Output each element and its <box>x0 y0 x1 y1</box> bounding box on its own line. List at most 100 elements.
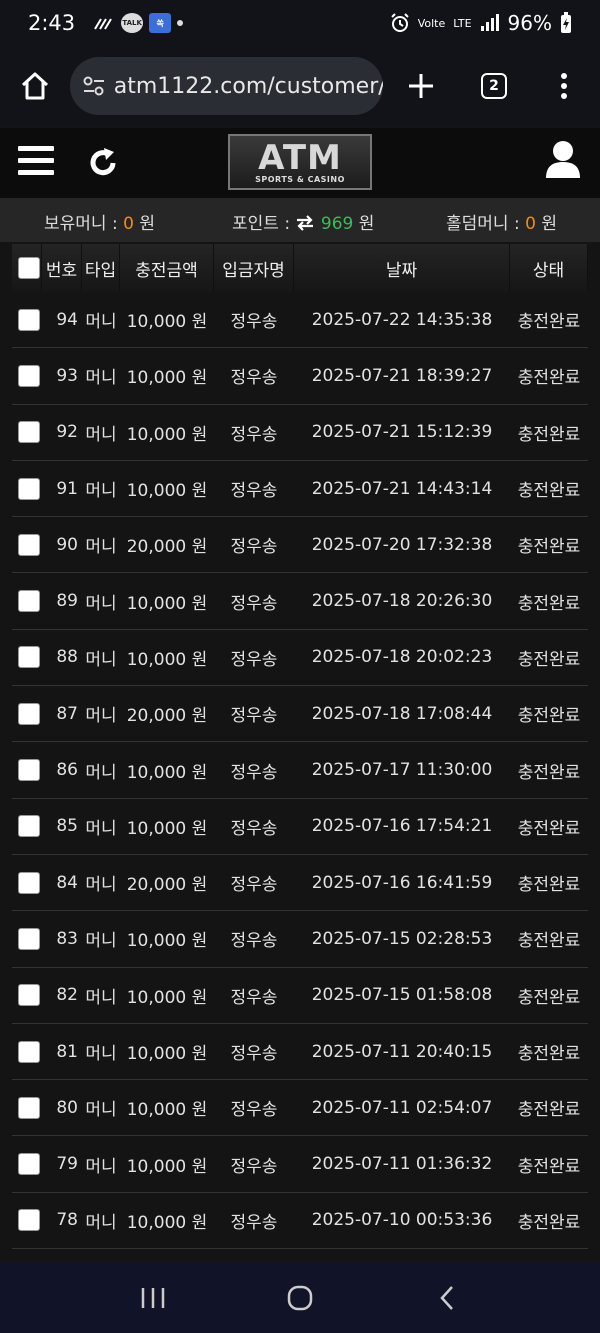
table-row[interactable]: 86 머니 10,000 원 정우송 2025-07-17 11:30:00 충전완료 <box>12 742 588 799</box>
row-status: 충전완료 <box>517 931 581 952</box>
select-all-checkbox[interactable] <box>17 257 40 279</box>
back-button[interactable] <box>417 1278 477 1318</box>
table-row[interactable]: 91 머니 10,000 원 정우송 2025-07-21 14:43:14 충전완료 <box>12 460 588 518</box>
table-row[interactable]: 93 머니 10,000 원 정우송 2025-07-21 18:39:27 충전완료 <box>12 348 588 405</box>
row-checkbox[interactable] <box>18 308 40 331</box>
row-no: 83 <box>56 928 78 949</box>
row-amount: 10,000 원 <box>126 649 208 670</box>
row-checkbox[interactable] <box>18 533 40 556</box>
holdem-unit: 원 <box>541 214 557 234</box>
row-no: 82 <box>56 985 78 1006</box>
row-type: 머니 <box>85 931 117 952</box>
row-checkbox[interactable] <box>18 477 40 500</box>
row-status: 충전완료 <box>517 875 581 896</box>
point-value: 969 <box>320 214 354 234</box>
row-checkbox[interactable] <box>18 702 40 725</box>
row-status: 충전완료 <box>517 593 581 614</box>
row-checkbox[interactable] <box>18 927 40 950</box>
table-row[interactable]: 82 머니 10,000 원 정우송 2025-07-15 01:58:08 충전완료 <box>12 967 588 1024</box>
kakaotalk-icon: TALK <box>121 13 144 33</box>
row-date: 2025-07-16 16:41:59 <box>311 872 493 893</box>
row-checkbox[interactable] <box>18 364 40 387</box>
row-date: 2025-07-18 20:26:30 <box>311 591 493 612</box>
row-checkbox[interactable] <box>18 984 40 1007</box>
row-status: 충전완료 <box>517 706 581 727</box>
recent-apps-button[interactable] <box>123 1278 183 1318</box>
battery-charging-icon <box>560 12 572 34</box>
row-checkbox[interactable] <box>18 871 40 894</box>
row-type: 머니 <box>85 818 117 839</box>
row-date: 2025-07-22 14:35:38 <box>311 309 493 330</box>
header-depositor: 입금자명 <box>214 244 294 292</box>
header-no: 번호 <box>42 244 82 292</box>
site-logo[interactable]: ATM SPORTS & CASINO <box>228 134 372 190</box>
table-row[interactable]: 78 머니 10,000 원 정우송 2025-07-10 00:53:36 충전완료 <box>12 1192 588 1250</box>
row-amount: 10,000 원 <box>126 818 208 839</box>
home-button[interactable] <box>0 46 70 126</box>
hamburger-menu-icon[interactable] <box>18 146 54 180</box>
home-nav-button[interactable] <box>270 1278 330 1318</box>
url-text[interactable]: atm1122.com/customer/ <box>108 74 383 99</box>
clock: 2:43 <box>28 11 76 35</box>
row-checkbox[interactable] <box>18 646 40 669</box>
row-date: 2025-07-21 18:39:27 <box>311 365 493 386</box>
row-checkbox[interactable] <box>18 1153 40 1176</box>
table-row[interactable]: 83 머니 10,000 원 정우송 2025-07-15 02:28:53 충전완료 <box>12 911 588 968</box>
table-row[interactable]: 80 머니 10,000 원 정우송 2025-07-11 02:54:07 충전완료 <box>12 1080 588 1137</box>
row-depositor: 정우송 <box>230 1100 278 1121</box>
table-row[interactable]: 94 머니 10,000 원 정우송 2025-07-22 14:35:38 충전완료 <box>12 292 588 349</box>
point-label: 포인트 : <box>232 214 291 234</box>
tab-switcher-button[interactable]: 2 <box>459 46 529 126</box>
row-checkbox[interactable] <box>18 1096 40 1119</box>
site-settings-icon[interactable] <box>82 75 108 97</box>
money-unit: 원 <box>139 214 155 234</box>
table-row[interactable]: 92 머니 10,000 원 정우송 2025-07-21 15:12:39 충전완료 <box>12 404 588 461</box>
row-no: 85 <box>56 816 78 837</box>
row-checkbox[interactable] <box>18 590 40 613</box>
header-type: 타입 <box>82 244 120 292</box>
row-checkbox[interactable] <box>18 815 40 838</box>
system-nav-bar <box>0 1262 600 1333</box>
row-checkbox-cell <box>12 799 42 854</box>
table-row[interactable]: 88 머니 10,000 원 정우송 2025-07-18 20:02:23 충전완료 <box>12 629 588 687</box>
select-all-cell <box>12 244 42 292</box>
row-status: 충전완료 <box>517 537 581 558</box>
row-amount: 10,000 원 <box>126 1212 208 1233</box>
row-date: 2025-07-10 00:53:36 <box>311 1210 493 1231</box>
row-depositor: 정우송 <box>230 312 278 333</box>
address-bar[interactable]: atm1122.com/customer/ <box>70 57 383 115</box>
home-icon <box>21 72 49 100</box>
row-amount: 10,000 원 <box>126 1156 208 1177</box>
browser-menu-button[interactable] <box>529 46 599 126</box>
row-checkbox-cell <box>12 911 42 966</box>
table-row[interactable]: 90 머니 20,000 원 정우송 2025-07-20 17:32:38 충전완료 <box>12 517 588 574</box>
row-checkbox[interactable] <box>18 1209 40 1232</box>
balance-bar: 보유머니 : 0 원 포인트 : 969 원 홀덤머니 : 0 원 <box>0 198 600 242</box>
table-row[interactable]: 79 머니 10,000 원 정우송 2025-07-11 01:36:32 충전완료 <box>12 1136 588 1193</box>
table-row[interactable]: 87 머니 20,000 원 정우송 2025-07-18 17:08:44 충전완료 <box>12 686 588 743</box>
row-type: 머니 <box>85 1100 117 1121</box>
row-depositor: 정우송 <box>230 1044 278 1064</box>
row-status: 충전완료 <box>517 1212 581 1233</box>
row-checkbox[interactable] <box>18 759 40 782</box>
plus-icon <box>409 74 433 98</box>
header-status: 상태 <box>510 244 588 292</box>
row-checkbox[interactable] <box>18 421 40 444</box>
exchange-arrows-icon[interactable] <box>295 214 320 234</box>
row-type: 머니 <box>85 649 117 670</box>
new-tab-button[interactable] <box>383 46 459 126</box>
row-depositor: 정우송 <box>230 424 278 445</box>
table-row[interactable]: 84 머니 20,000 원 정우송 2025-07-16 16:41:59 충전완료 <box>12 854 588 912</box>
row-checkbox[interactable] <box>18 1040 40 1063</box>
row-no: 78 <box>56 1210 78 1231</box>
row-depositor: 정우송 <box>230 706 278 727</box>
table-row[interactable]: 81 머니 10,000 원 정우송 2025-07-11 20:40:15 충전완료 <box>12 1023 588 1081</box>
money-balance: 보유머니 : 0 원 <box>44 209 155 234</box>
refresh-icon[interactable] <box>86 146 120 180</box>
table-row[interactable]: 85 머니 10,000 원 정우송 2025-07-16 17:54:21 충전완료 <box>12 798 588 855</box>
money-value: 0 <box>123 214 134 234</box>
user-icon[interactable] <box>545 140 581 184</box>
table-row[interactable]: 89 머니 10,000 원 정우송 2025-07-18 20:26:30 충전완료 <box>12 573 588 630</box>
status-bar-left: 2:43 TALK 쏙 <box>28 11 184 35</box>
row-status: 충전완료 <box>517 481 581 502</box>
